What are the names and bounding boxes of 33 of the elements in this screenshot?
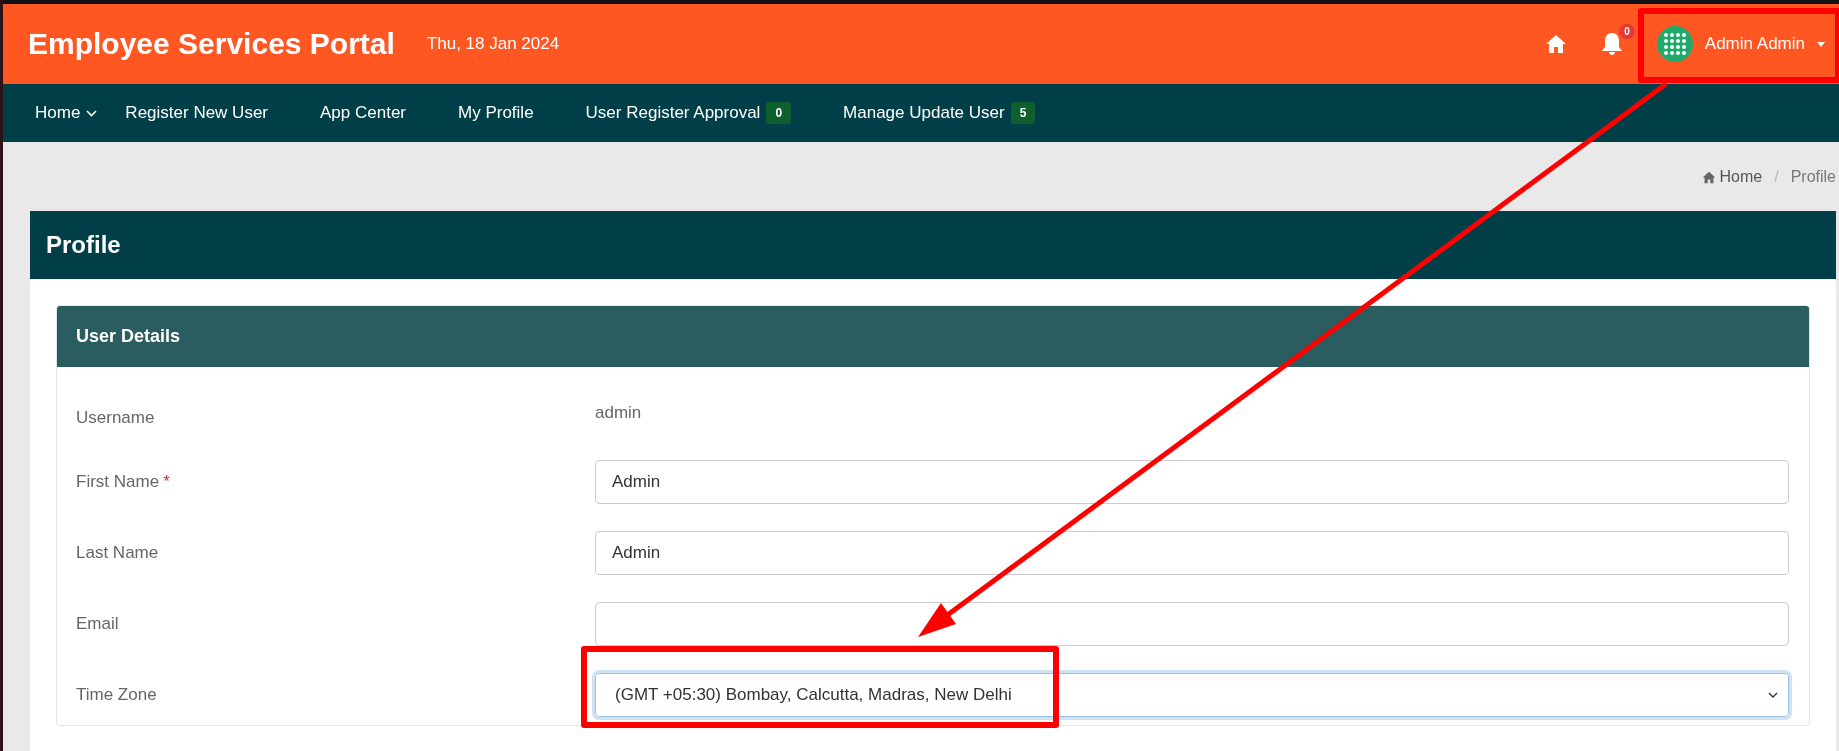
portal-title: Employee Services Portal <box>28 27 395 61</box>
nav-link[interactable]: Home <box>35 103 122 123</box>
field-label: Last Name <box>76 543 160 563</box>
notification-count: 0 <box>1619 24 1635 39</box>
breadcrumb-separator: / <box>1774 168 1779 186</box>
input-field[interactable]: Admin <box>595 531 1789 575</box>
timezone-select[interactable]: (GMT +05:30) Bombay, Calcutta, Madras, New Delhi <box>595 673 1789 717</box>
field-label: Time Zone <box>76 685 158 705</box>
field-label: Email <box>76 614 120 634</box>
nav-link[interactable]: App Center <box>320 103 430 123</box>
input-field[interactable] <box>595 602 1789 646</box>
avatar-icon <box>1656 26 1693 62</box>
nav-link[interactable]: My Profile <box>458 103 558 123</box>
count-badge: 0 <box>766 102 792 124</box>
breadcrumb-current: Profile <box>1790 168 1836 186</box>
home-icon[interactable] <box>1544 34 1567 54</box>
nav-link[interactable]: Register New User <box>125 103 292 123</box>
nav-link[interactable]: User Register Approval 0 <box>585 102 816 124</box>
field-label: Username <box>76 408 156 428</box>
nav-link[interactable]: Manage Update User 5 <box>843 102 1060 124</box>
field-label: First Name * <box>76 472 171 492</box>
chevron-down-icon <box>1768 692 1778 698</box>
notification-bell-icon[interactable] <box>1600 32 1623 56</box>
panel-title: User Details <box>76 326 181 347</box>
input-field[interactable]: Admin <box>595 460 1789 504</box>
count-badge: 5 <box>1010 102 1036 124</box>
home-icon <box>1701 170 1716 184</box>
card-title: Profile <box>46 231 121 259</box>
chevron-down-icon <box>86 109 98 117</box>
username-value: admin <box>595 403 643 423</box>
current-date: Thu, 18 Jan 2024 <box>426 34 560 54</box>
breadcrumb-link[interactable]: Home <box>1701 168 1763 186</box>
caret-icon <box>1817 41 1825 47</box>
